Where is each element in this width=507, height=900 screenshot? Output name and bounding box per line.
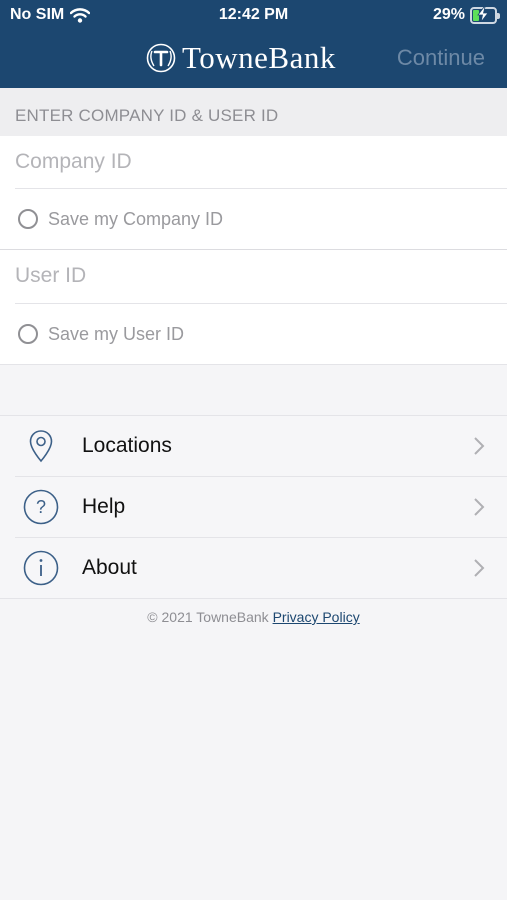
brand: TowneBank [146, 40, 336, 76]
save-company-id-radio[interactable] [18, 209, 38, 229]
section-header: ENTER COMPANY ID & USER ID [0, 88, 507, 136]
charging-bolt-icon [477, 6, 489, 22]
menu-item-help[interactable]: ? Help [0, 477, 507, 537]
user-id-field [0, 250, 507, 302]
menu-item-locations[interactable]: Locations [0, 416, 507, 476]
status-time: 12:42 PM [218, 6, 289, 23]
footer: © 2021 TowneBank Privacy Policy [0, 609, 507, 625]
company-id-field [0, 136, 507, 188]
battery-percent: 29% [432, 6, 465, 23]
location-pin-icon [29, 430, 53, 463]
section-title: ENTER COMPANY ID & USER ID [15, 106, 279, 125]
battery-icon [470, 6, 500, 24]
towne-bank-logo-icon [146, 43, 176, 73]
menu-item-about[interactable]: About [0, 538, 507, 598]
question-circle-icon: ? [23, 489, 59, 525]
save-user-id-row[interactable]: Save my User ID [0, 304, 507, 364]
battery-status: 29% [432, 6, 500, 24]
chevron-right-icon [474, 437, 485, 455]
divider [0, 598, 507, 599]
copyright-text: © 2021 TowneBank [147, 609, 269, 625]
save-user-id-label: Save my User ID [48, 323, 185, 344]
login-form: Save my Company ID Save my User ID [0, 136, 507, 365]
user-id-input[interactable] [15, 250, 495, 302]
status-bar: No SIM 12:42 PM 29% [0, 0, 507, 32]
company-id-input[interactable] [15, 136, 495, 188]
chevron-right-icon [474, 498, 485, 516]
menu-label-locations: Locations [82, 434, 172, 457]
info-circle-icon [23, 550, 59, 586]
svg-text:?: ? [36, 497, 46, 517]
app-header: No SIM 12:42 PM 29% TowneBank Continue [0, 0, 507, 88]
menu-label-help: Help [82, 495, 126, 518]
privacy-policy-link[interactable]: Privacy Policy [273, 609, 360, 625]
save-company-id-label: Save my Company ID [48, 208, 224, 229]
divider [0, 364, 507, 365]
save-company-id-row[interactable]: Save my Company ID [0, 189, 507, 249]
continue-button[interactable]: Continue [397, 45, 485, 71]
chevron-right-icon [474, 559, 485, 577]
menu-list: Locations ? Help About [0, 416, 507, 599]
brand-name: TowneBank [182, 40, 336, 75]
menu-label-about: About [82, 556, 137, 579]
save-user-id-radio[interactable] [18, 324, 38, 344]
